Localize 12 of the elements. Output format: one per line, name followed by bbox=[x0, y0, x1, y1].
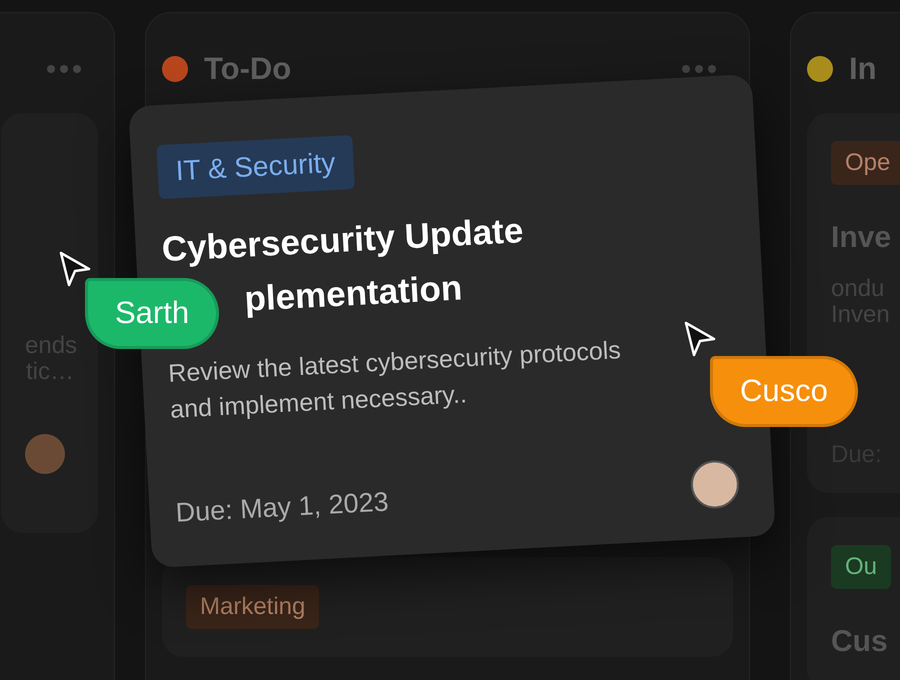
column-title: In bbox=[849, 50, 877, 88]
tag-label: IT & Security bbox=[156, 134, 355, 200]
more-icon[interactable] bbox=[681, 64, 717, 74]
tag-label: Ou bbox=[831, 545, 892, 589]
due-date: Due: May 1, 2023 bbox=[174, 485, 390, 530]
tag-label: Ope bbox=[831, 141, 900, 185]
cursor-label: Sarth bbox=[85, 278, 220, 348]
more-icon[interactable] bbox=[46, 64, 82, 74]
cursor-icon bbox=[683, 320, 717, 358]
cursor-icon bbox=[58, 250, 92, 288]
cursor-label: Cusco bbox=[710, 356, 858, 426]
tag-label: Marketing bbox=[186, 585, 320, 629]
